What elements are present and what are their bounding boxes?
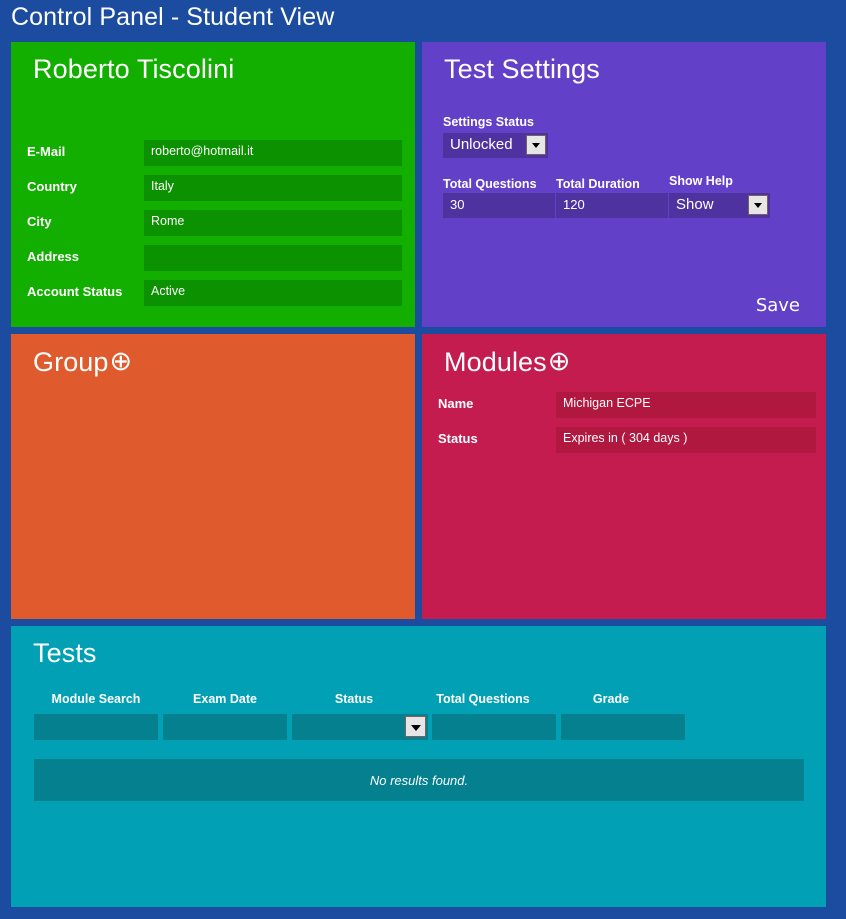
profile-field-country-label: Country	[27, 179, 77, 194]
profile-field-account-status: Account Status Active	[11, 280, 415, 306]
save-button[interactable]: Save	[756, 295, 800, 316]
group-panel-title-text: Group	[33, 347, 109, 377]
settings-status-label: Settings Status	[443, 115, 534, 129]
tests-panel-title: Tests	[33, 638, 97, 668]
tests-filter-exam-date[interactable]	[163, 714, 287, 740]
show-help-label: Show Help	[669, 174, 733, 188]
tests-column-label-total-questions: Total Questions	[436, 692, 530, 706]
test-settings-panel-title: Test Settings	[444, 54, 600, 84]
page-title: Control Panel - Student View	[11, 3, 335, 31]
test-settings-panel: Test Settings Settings Status Unlocked T…	[422, 42, 826, 327]
show-help-value: Show	[676, 196, 714, 213]
tests-column-label-status: Status	[334, 692, 374, 706]
modules-field-name-label: Name	[438, 396, 474, 411]
profile-field-city-value[interactable]: Rome	[144, 210, 402, 236]
profile-field-country-value[interactable]: Italy	[144, 175, 402, 201]
tests-filter-grade[interactable]	[561, 714, 685, 740]
group-panel-title: Group⊕	[33, 346, 132, 378]
show-help-select[interactable]: Show	[669, 193, 770, 218]
modules-field-name: Name Michigan ECPE	[422, 392, 826, 418]
profile-field-city: City Rome	[11, 210, 415, 236]
modules-field-status-value[interactable]: Expires in ( 304 days )	[556, 427, 816, 453]
modules-field-status: Status Expires in ( 304 days )	[422, 427, 826, 453]
tests-filter-module-search[interactable]	[34, 714, 158, 740]
profile-field-email-label: E-Mail	[27, 144, 66, 159]
tests-panel: Tests Module Search Exam Date Status Tot…	[11, 626, 826, 907]
profile-field-address-value[interactable]	[144, 245, 402, 271]
profile-field-city-label: City	[27, 214, 52, 229]
tests-filter-total-questions[interactable]	[432, 714, 556, 740]
profile-field-email: E-Mail roberto@hotmail.it	[11, 140, 415, 166]
modules-panel-title-text: Modules	[444, 347, 547, 377]
tests-empty-message: No results found.	[34, 759, 804, 801]
settings-status-select[interactable]: Unlocked	[443, 133, 548, 158]
chevron-down-icon[interactable]	[405, 716, 426, 737]
tests-column-label-exam-date: Exam Date	[193, 692, 257, 706]
tests-column-label-module-search: Module Search	[51, 692, 141, 706]
chevron-down-icon[interactable]	[748, 195, 768, 215]
profile-field-address: Address	[11, 245, 415, 271]
profile-field-address-label: Address	[27, 249, 80, 264]
profile-field-email-value[interactable]: roberto@hotmail.it	[144, 140, 402, 166]
profile-field-country: Country Italy	[11, 175, 415, 201]
chevron-down-icon[interactable]	[526, 135, 546, 155]
tests-column-label-grade: Grade	[592, 692, 630, 706]
profile-panel-title: Roberto Tiscolini	[33, 54, 235, 84]
total-duration-label: Total Duration	[556, 177, 640, 191]
total-questions-input[interactable]: 30	[443, 193, 555, 218]
modules-field-name-value[interactable]: Michigan ECPE	[556, 392, 816, 418]
group-panel: Group⊕	[11, 334, 415, 619]
total-duration-input[interactable]: 120	[556, 193, 668, 218]
add-circle-icon[interactable]: ⊕	[110, 346, 133, 377]
settings-status-value: Unlocked	[450, 136, 513, 153]
total-questions-label: Total Questions	[443, 177, 537, 191]
modules-panel-title: Modules⊕	[444, 346, 571, 378]
add-circle-icon[interactable]: ⊕	[548, 346, 571, 377]
profile-field-account-status-value[interactable]: Active	[144, 280, 402, 306]
modules-panel: Modules⊕ Name Michigan ECPE Status Expir…	[422, 334, 826, 619]
profile-panel: Roberto Tiscolini E-Mail roberto@hotmail…	[11, 42, 415, 327]
modules-field-status-label: Status	[438, 431, 478, 446]
profile-field-account-status-label: Account Status	[27, 284, 123, 299]
tests-filter-status[interactable]	[292, 714, 428, 740]
